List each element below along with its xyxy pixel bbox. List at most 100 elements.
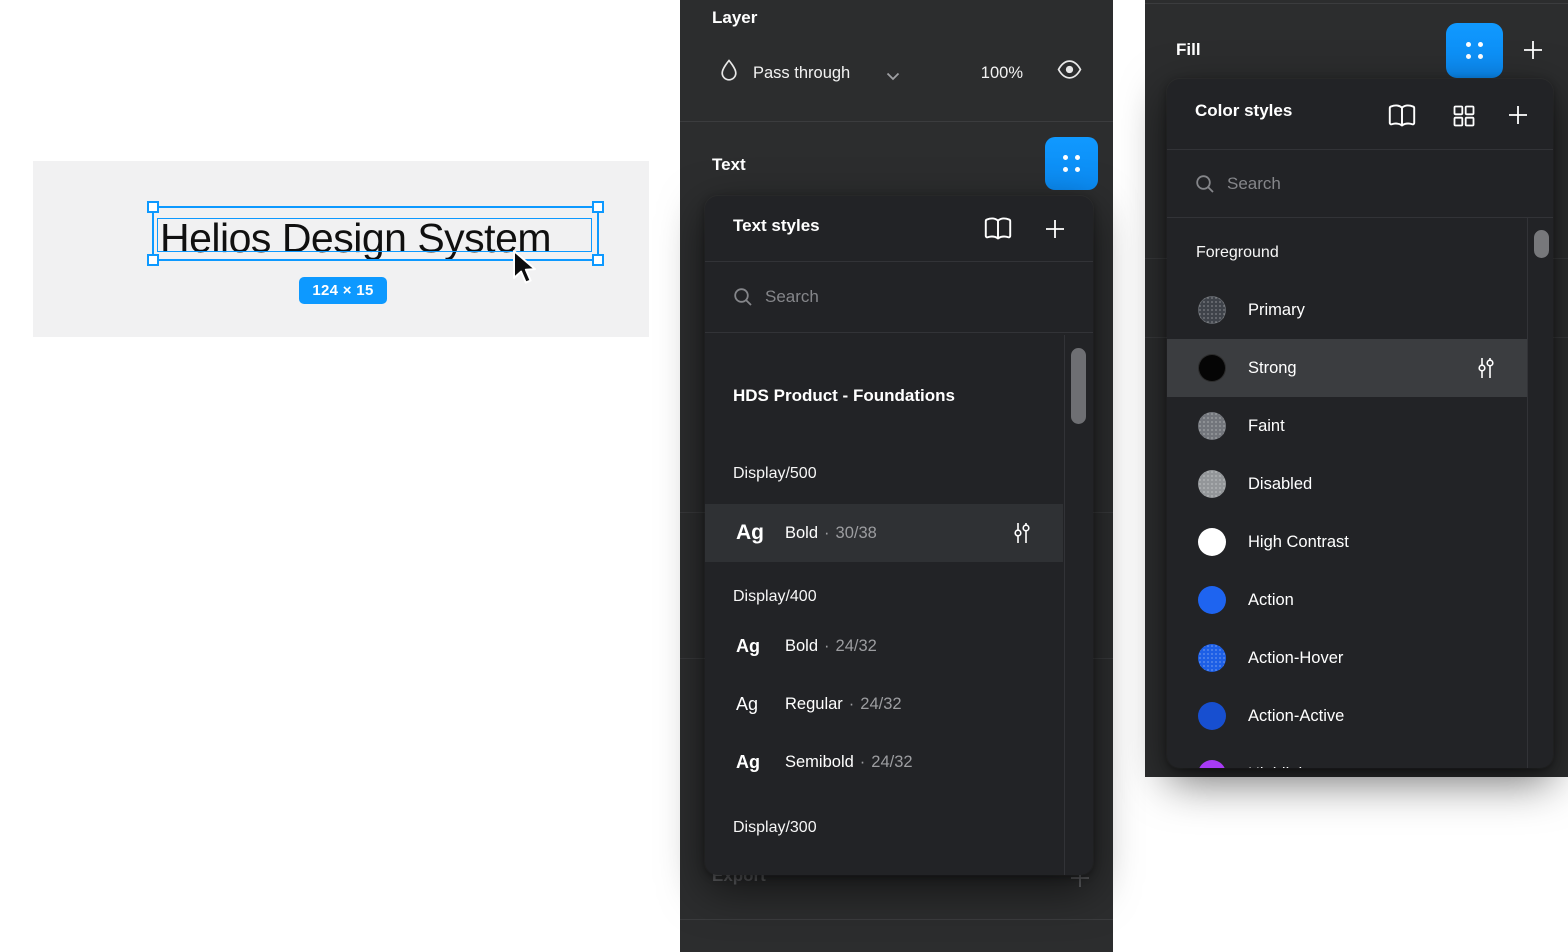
chevron-down-icon[interactable] [886, 72, 900, 81]
color-style-action[interactable]: Action [1167, 571, 1527, 629]
blend-mode-select[interactable]: Pass through [753, 64, 850, 83]
color-style-strong[interactable]: Strong [1167, 339, 1527, 397]
search-icon [1195, 174, 1215, 194]
color-style-faint[interactable]: Faint [1167, 397, 1527, 455]
color-name: Disabled [1248, 475, 1312, 494]
mouse-cursor-icon [511, 249, 538, 287]
search-input[interactable] [1227, 150, 1477, 217]
style-preview: Ag [736, 636, 785, 657]
style-size: 24/32 [860, 695, 901, 714]
opacity-input[interactable]: 100% [971, 64, 1023, 83]
color-name: Action [1248, 591, 1294, 610]
add-style-icon[interactable] [1043, 217, 1067, 241]
four-dots-icon [1063, 155, 1080, 172]
four-dots-icon [1466, 42, 1483, 59]
scrollbar-thumb[interactable] [1534, 230, 1549, 258]
text-style-option-bold-24[interactable]: Ag Bold · 24/32 [705, 617, 1063, 675]
text-style-option-bold-30[interactable]: Ag Bold · 30/38 [705, 504, 1063, 562]
color-group-label: Foreground [1167, 233, 1553, 273]
scrollbar-thumb[interactable] [1071, 348, 1086, 424]
color-styles-dropdown: Color styles Foreground [1167, 79, 1553, 768]
style-group-label: Display/300 [705, 808, 1093, 848]
visibility-eye-icon[interactable] [1057, 58, 1082, 81]
color-styles-header: Color styles [1167, 79, 1553, 150]
color-name: Strong [1248, 359, 1297, 378]
edit-style-sliders-icon[interactable] [1475, 356, 1497, 380]
color-swatch [1198, 470, 1226, 498]
color-swatch [1198, 760, 1226, 768]
style-group-label: Display/500 [705, 454, 1093, 494]
text-styles-dropdown: Text styles HDS Product - Foundations Di… [705, 196, 1093, 875]
text-style-option-regular-24[interactable]: Ag Regular · 24/32 [705, 675, 1063, 733]
text-style-option-semibold-24[interactable]: Ag Semibold · 24/32 [705, 733, 1063, 791]
style-preview: Ag [736, 521, 785, 545]
text-section-title: Text [712, 155, 746, 175]
color-swatch [1198, 412, 1226, 440]
selection-handle-top-right[interactable] [592, 201, 604, 213]
style-size: 24/32 [871, 753, 912, 772]
canvas[interactable]: Helios Design System 124 × 15 [33, 161, 649, 337]
color-swatch [1198, 644, 1226, 672]
edit-style-sliders-icon[interactable] [1011, 521, 1033, 545]
library-book-icon[interactable] [983, 216, 1013, 242]
color-swatch [1198, 296, 1226, 324]
divider [680, 121, 1113, 122]
style-name: Semibold [785, 753, 854, 772]
color-name: Action-Active [1248, 707, 1344, 726]
color-style-high-contrast[interactable]: High Contrast [1167, 513, 1527, 571]
style-preview: Ag [736, 752, 785, 773]
library-book-icon[interactable] [1387, 103, 1417, 129]
style-size: 30/38 [836, 524, 877, 543]
blend-mode-row: Pass through 100% [680, 52, 1113, 100]
add-fill-icon[interactable] [1521, 38, 1545, 62]
selection-handle-top-left[interactable] [147, 201, 159, 213]
search-icon [733, 287, 753, 307]
text-styles-toggle-button[interactable] [1045, 137, 1098, 190]
separator: · [824, 524, 830, 543]
color-style-action-active[interactable]: Action-Active [1167, 687, 1527, 745]
library-name: HDS Product - Foundations [705, 374, 1093, 418]
color-name: Primary [1248, 301, 1305, 320]
style-preview: Ag [736, 694, 785, 715]
fill-section-title: Fill [1176, 40, 1201, 60]
color-swatch [1198, 354, 1226, 382]
blend-droplet-icon [717, 58, 741, 84]
separator: · [824, 637, 830, 656]
color-style-list: Primary Strong Faint Disabled [1167, 281, 1553, 768]
style-name: Bold [785, 524, 818, 543]
color-swatch [1198, 586, 1226, 614]
color-name: Faint [1248, 417, 1285, 436]
color-styles-title: Color styles [1195, 101, 1292, 121]
style-group-label: Display/400 [705, 577, 1093, 617]
style-size: 24/32 [836, 637, 877, 656]
color-name: High Contrast [1248, 533, 1349, 552]
color-swatch [1198, 528, 1226, 556]
color-style-highlight[interactable]: Highlight [1167, 745, 1527, 768]
separator: · [849, 695, 855, 714]
color-styles-search [1167, 150, 1553, 218]
selection-handle-bottom-left[interactable] [147, 254, 159, 266]
search-input[interactable] [765, 262, 1015, 332]
text-styles-search [705, 262, 1093, 333]
color-styles-toggle-button[interactable] [1446, 23, 1503, 78]
scrollbar-track [1527, 218, 1528, 768]
text-styles-title: Text styles [733, 216, 820, 236]
color-style-action-hover[interactable]: Action-Hover [1167, 629, 1527, 687]
style-name: Bold [785, 637, 818, 656]
divider [680, 919, 1113, 920]
separator: · [860, 753, 866, 772]
scrollbar-track [1064, 335, 1065, 875]
text-styles-header: Text styles [705, 196, 1093, 262]
figma-ui: Helios Design System 124 × 15 Layer Pass… [0, 0, 1568, 952]
grid-view-icon[interactable] [1452, 104, 1476, 128]
divider [1145, 3, 1568, 4]
color-name: Highlight [1248, 765, 1312, 769]
selection-handle-bottom-right[interactable] [592, 254, 604, 266]
dimension-badge: 124 × 15 [299, 277, 387, 304]
color-style-disabled[interactable]: Disabled [1167, 455, 1527, 513]
style-name: Regular [785, 695, 843, 714]
color-style-primary[interactable]: Primary [1167, 281, 1527, 339]
color-swatch [1198, 702, 1226, 730]
add-style-icon[interactable] [1506, 103, 1530, 127]
layer-section-title: Layer [712, 8, 757, 28]
